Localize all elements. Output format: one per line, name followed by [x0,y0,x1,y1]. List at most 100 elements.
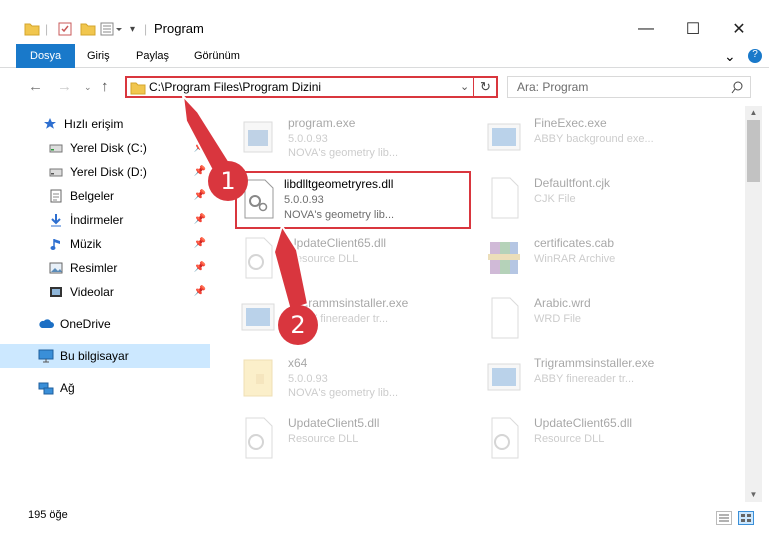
navigation-pane: Hızlı erişim Yerel Disk (C:) 📌 Yerel Dis… [0,106,210,506]
file-name: FineExec.exe [534,116,607,130]
title-bar: | ▾ | Program — ☐ ✕ [0,0,769,44]
highlighted-file-item[interactable]: libdlltgeometryres.dll 5.0.0.93 NOVA's g… [235,171,471,229]
pin-icon[interactable]: 📌 [194,214,206,225]
file-detail: Resource DLL [534,433,605,445]
callout-1: 1 [208,161,248,201]
file-detail: ABBY background exe... [534,133,654,145]
file-name: Arabic.wrd [534,296,591,310]
sidebar-item-this-pc[interactable]: Bu bilgisayar [0,344,210,368]
file-version: 5.0.0.93 [284,194,324,206]
expand-ribbon-icon[interactable]: ⌄ [724,44,736,68]
tab-share[interactable]: Paylaş [136,44,169,68]
sidebar-item-label: Videolar [70,285,114,299]
exe-file-icon [243,121,273,153]
address-bar[interactable]: C:\Program Files\Program Dizini ⌄ ↻ [125,76,498,98]
sidebar-item-label: Hızlı erişim [64,117,124,131]
file-detail: 5.0.0.93 [288,133,328,145]
vertical-scrollbar[interactable]: ▲ ▼ [745,106,762,502]
pin-icon[interactable]: 📌 [194,190,206,201]
exe-file-icon [241,303,275,331]
refresh-icon[interactable]: ↻ [480,79,491,95]
file-item[interactable]: program.exe 5.0.0.93 NOVA's geometry lib… [238,112,478,166]
folder-icon [24,20,40,38]
network-icon [38,381,54,395]
large-icons-view-icon[interactable] [738,511,754,525]
separator: | [144,22,148,36]
tab-view[interactable]: Görünüm [194,44,240,68]
callout-2: 2 [278,305,318,345]
sidebar-item-onedrive[interactable]: OneDrive [0,312,210,336]
sidebar-item-quick-access[interactable]: Hızlı erişim [0,112,210,136]
sidebar-item-label: Ağ [60,381,75,395]
folder-icon [243,359,273,397]
file-name: x64 [288,356,308,370]
file-item[interactable]: UpdateClient65.dll Resource DLL [484,412,724,466]
file-item[interactable]: certificates.cab WinRAR Archive [484,232,724,286]
scrollbar-thumb[interactable] [747,120,760,182]
sidebar-item-local-disk-c[interactable]: Yerel Disk (C:) 📌 [0,136,210,160]
file-item[interactable]: Trigrammsinstaller.exe ABBY finereader t… [238,292,478,346]
file-name: libdlltgeometryres.dll [284,177,394,191]
view-icon[interactable] [100,20,122,38]
chevron-down-icon[interactable]: ⌄ [460,80,469,93]
properties-icon[interactable] [57,20,73,38]
forward-icon[interactable]: → [57,78,72,95]
scroll-down-icon[interactable]: ▼ [745,488,762,502]
file-item[interactable]: FineExec.exe ABBY background exe... [484,112,724,166]
search-input[interactable]: Ara: Program [517,80,588,94]
details-view-icon[interactable] [716,511,732,525]
sidebar-item-label: Müzik [70,237,102,251]
tab-home[interactable]: Giriş [87,44,110,68]
search-icon [731,81,743,94]
file-item[interactable]: Defaultfont.cjk CJK File [484,172,724,226]
sidebar-item-documents[interactable]: Belgeler 📌 [0,184,210,208]
recent-locations-icon[interactable]: ⌄ [84,82,92,93]
pin-icon[interactable]: 📌 [194,238,206,249]
file-name: Defaultfont.cjk [534,176,611,190]
file-detail: NOVA's geometry lib... [288,147,399,159]
help-icon[interactable]: ? [748,49,762,63]
file-item[interactable]: Trigrammsinstaller.exe ABBY finereader t… [484,352,724,406]
sidebar-item-downloads[interactable]: İndirmeler 📌 [0,208,210,232]
computer-icon [38,349,54,363]
sidebar-item-pictures[interactable]: Resimler 📌 [0,256,210,280]
file-item[interactable]: x64 5.0.0.93 NOVA's geometry lib... [238,352,478,406]
sidebar-item-label: Yerel Disk (D:) [70,165,147,179]
separator: | [45,22,49,36]
address-path: C:\Program Files\Program Dizini [149,80,322,94]
maximize-button[interactable]: ☐ [670,14,716,44]
pin-icon[interactable]: 📌 [194,142,206,153]
customize-toolbar-icon[interactable]: ▾ [130,20,135,38]
sidebar-item-music[interactable]: Müzik 📌 [0,232,210,256]
file-detail: WinRAR Archive [534,253,616,265]
back-icon[interactable]: ← [28,78,43,95]
sidebar-item-label: İndirmeler [70,213,124,227]
drive-icon [48,165,64,179]
file-item[interactable]: Arabic.wrd WRD File [484,292,724,346]
file-detail: CJK File [534,193,576,205]
dll-file-icon [245,417,273,459]
scroll-up-icon[interactable]: ▲ [745,106,762,120]
up-icon[interactable]: ↑ [101,78,109,95]
exe-file-icon [487,123,521,151]
file-detail: Resource DLL [288,253,359,265]
file-item[interactable]: UpdateClient5.dll Resource DLL [238,412,478,466]
search-box[interactable]: Ara: Program [507,76,751,98]
pin-icon[interactable]: 📌 [194,286,206,297]
pin-icon[interactable]: 📌 [194,166,206,177]
pin-icon[interactable]: 📌 [194,262,206,273]
tab-file[interactable]: Dosya [16,44,76,68]
item-count: 195 öğe [28,509,68,521]
generic-file-icon [491,297,519,339]
file-name: UpdateClient5.dll [288,416,380,430]
close-button[interactable]: ✕ [716,14,762,44]
minimize-button[interactable]: — [623,14,669,44]
file-name: UpdateClient65.dll [534,416,633,430]
sidebar-item-local-disk-d[interactable]: Yerel Disk (D:) 📌 [0,160,210,184]
status-bar: 195 öğe [0,505,769,535]
sidebar-item-videos[interactable]: Videolar 📌 [0,280,210,304]
file-item[interactable]: UpdateClient65.dll Resource DLL [238,232,478,286]
sidebar-item-network[interactable]: Ağ [0,376,210,400]
file-detail: ABBY finereader tr... [534,373,635,385]
new-folder-icon[interactable] [80,20,96,38]
